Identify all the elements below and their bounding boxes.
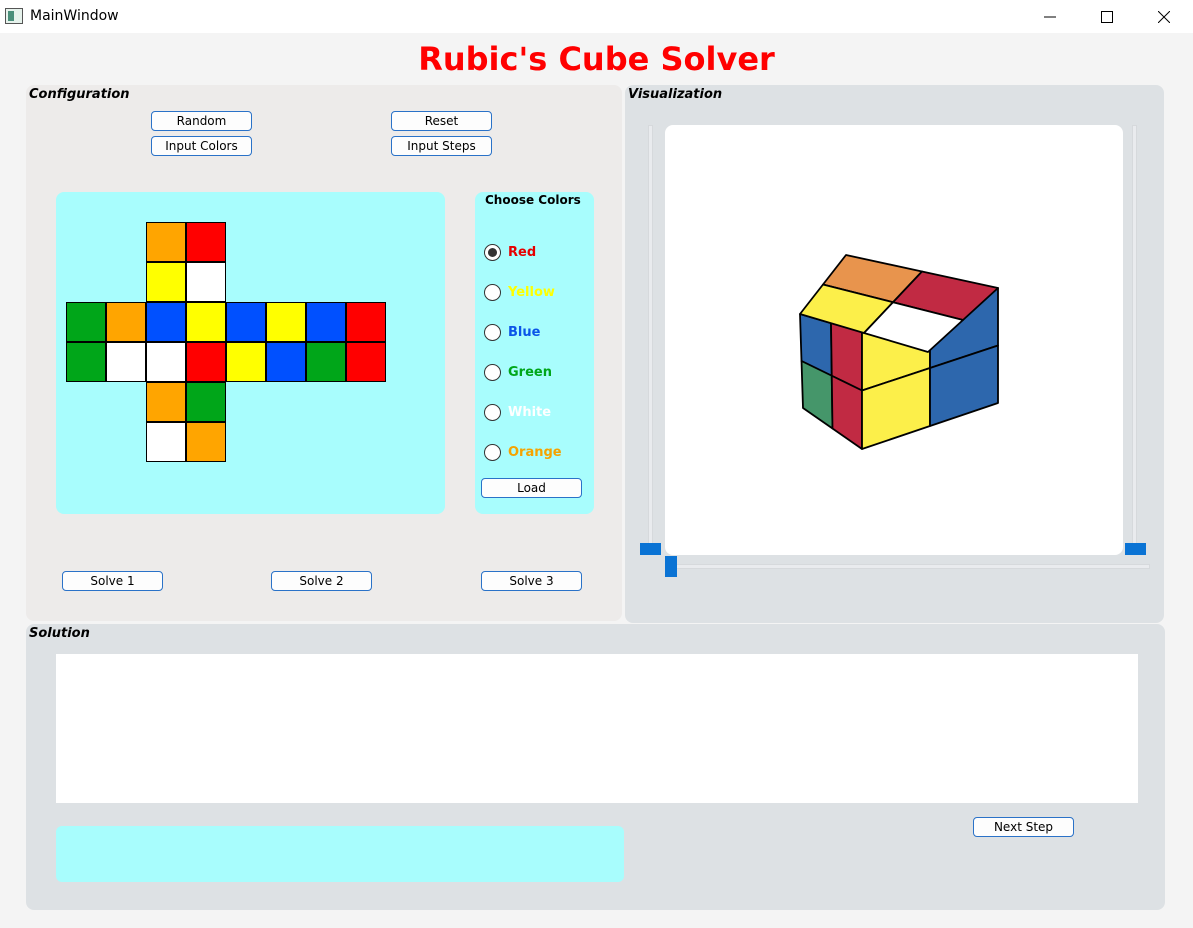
choose-colors-title: Choose Colors: [485, 193, 581, 207]
color-option-label: Green: [508, 364, 552, 380]
next-step-button[interactable]: Next Step: [973, 817, 1074, 837]
minimize-button[interactable]: [1027, 0, 1073, 33]
net-sticker-down-3[interactable]: [186, 422, 226, 462]
net-sticker-back-2[interactable]: [306, 342, 346, 382]
net-sticker-down-0[interactable]: [146, 382, 186, 422]
radio-button[interactable]: [484, 403, 501, 421]
net-sticker-front-2[interactable]: [146, 342, 186, 382]
app-title: Rubic's Cube Solver: [418, 40, 775, 78]
net-sticker-back-0[interactable]: [306, 302, 346, 342]
solution-title: Solution: [29, 626, 90, 641]
close-icon: [1158, 10, 1170, 23]
horizontal-slider-handle[interactable]: [665, 556, 677, 577]
load-button[interactable]: Load: [481, 478, 582, 498]
radio-button[interactable]: [484, 243, 501, 261]
net-sticker-down-2[interactable]: [146, 422, 186, 462]
vertical-slider-left-handle[interactable]: [640, 543, 661, 555]
reset-button[interactable]: Reset: [391, 111, 492, 131]
net-sticker-up-0[interactable]: [146, 222, 186, 262]
maximize-button[interactable]: [1084, 0, 1130, 33]
color-option-orange[interactable]: Orange: [484, 443, 562, 461]
color-option-label: Red: [508, 244, 537, 260]
radio-button[interactable]: [484, 443, 501, 461]
net-sticker-back-3[interactable]: [346, 342, 386, 382]
window-titlebar: MainWindow: [0, 0, 1193, 33]
net-sticker-back-1[interactable]: [346, 302, 386, 342]
net-sticker-front-0[interactable]: [146, 302, 186, 342]
input-colors-button[interactable]: Input Colors: [151, 136, 252, 156]
color-option-blue[interactable]: Blue: [484, 323, 540, 341]
net-sticker-right-1[interactable]: [266, 302, 306, 342]
color-option-label: Orange: [508, 444, 562, 460]
net-sticker-left-0[interactable]: [66, 302, 106, 342]
color-option-yellow[interactable]: Yellow: [484, 283, 555, 301]
vertical-slider-right-track[interactable]: [1132, 125, 1137, 551]
color-option-red[interactable]: Red: [484, 243, 536, 261]
color-option-label: Blue: [508, 324, 541, 340]
net-sticker-down-1[interactable]: [186, 382, 226, 422]
minimize-icon: [1044, 16, 1056, 17]
input-steps-button[interactable]: Input Steps: [391, 136, 492, 156]
solve-3-button[interactable]: Solve 3: [481, 571, 582, 591]
cube-3d-canvas[interactable]: [665, 125, 1123, 555]
vertical-slider-right-handle[interactable]: [1125, 543, 1146, 555]
color-option-green[interactable]: Green: [484, 363, 552, 381]
net-sticker-front-3[interactable]: [186, 342, 226, 382]
color-option-label: Yellow: [508, 284, 555, 300]
net-sticker-up-2[interactable]: [146, 262, 186, 302]
vertical-slider-left-track[interactable]: [648, 125, 653, 551]
color-option-white[interactable]: White: [484, 403, 551, 421]
solve-1-button[interactable]: Solve 1: [62, 571, 163, 591]
visualization-title: Visualization: [628, 87, 723, 102]
radio-button[interactable]: [484, 323, 501, 341]
net-sticker-right-2[interactable]: [226, 342, 266, 382]
solution-status-panel: [56, 826, 624, 882]
net-sticker-left-1[interactable]: [106, 302, 146, 342]
net-sticker-right-0[interactable]: [226, 302, 266, 342]
window-title: MainWindow: [30, 8, 119, 24]
solve-2-button[interactable]: Solve 2: [271, 571, 372, 591]
close-button[interactable]: [1141, 0, 1187, 33]
horizontal-slider-track[interactable]: [665, 564, 1150, 569]
net-sticker-up-3[interactable]: [186, 262, 226, 302]
cube-3d-view[interactable]: [665, 125, 1123, 555]
choose-colors-panel: Choose Colors Red Yellow Blue Green Whit…: [475, 192, 594, 514]
radio-button[interactable]: [484, 363, 501, 381]
net-sticker-front-1[interactable]: [186, 302, 226, 342]
net-sticker-left-2[interactable]: [66, 342, 106, 382]
maximize-icon: [1101, 10, 1113, 23]
net-sticker-right-3[interactable]: [266, 342, 306, 382]
solution-text-area[interactable]: [56, 654, 1138, 803]
configuration-title: Configuration: [29, 87, 130, 102]
color-option-label: White: [508, 404, 552, 420]
net-sticker-left-3[interactable]: [106, 342, 146, 382]
app-icon: [5, 8, 23, 24]
random-button[interactable]: Random: [151, 111, 252, 131]
net-sticker-up-1[interactable]: [186, 222, 226, 262]
radio-button[interactable]: [484, 283, 501, 301]
